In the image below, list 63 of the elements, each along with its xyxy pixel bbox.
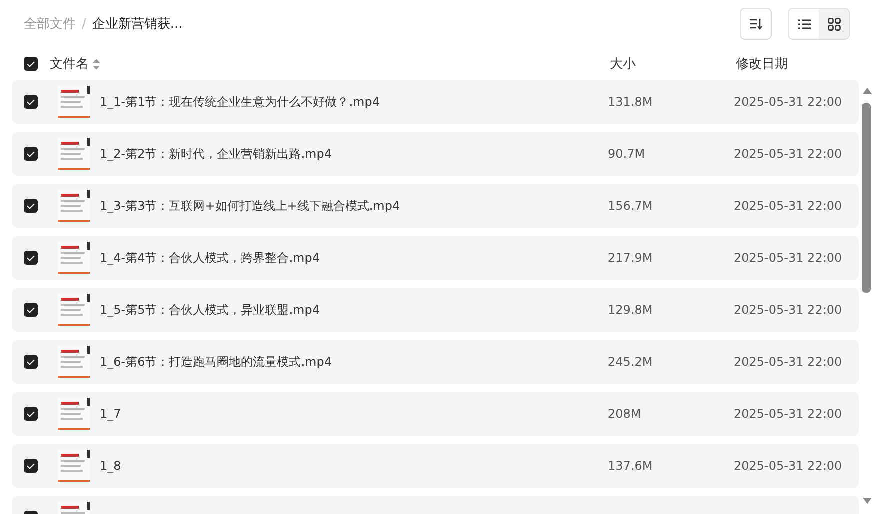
video-thumbnail [58,346,90,378]
file-row[interactable]: 1_1-第1节：现在传统企业生意为什么不好做？.mp4 131.8M 2025-05-31 22:00 [12,80,859,124]
file-size: 208M [608,407,642,421]
file-name[interactable]: 1_2-第2节：新时代，企业营销新出路.mp4 [100,146,608,162]
column-header[interactable]: 文件名 [50,55,89,73]
checkbox[interactable] [24,355,38,369]
file-name[interactable]: 1_1-第1节：现在传统企业生意为什么不好做？.mp4 [100,94,608,110]
video-thumbnail [58,138,90,170]
file-size: 245.2M [608,355,654,369]
file-row[interactable]: 1_2-第2节：新时代，企业营销新出路.mp4 90.7M 2025-05-31 22:00 [12,132,859,176]
video-thumbnail [58,450,90,482]
grid-view-icon [828,18,840,30]
modified-date: 2025-05-31 22:00 [734,95,842,109]
breadcrumb-link[interactable]: 企业新营销获... [92,15,183,33]
file-row[interactable]: 1_4-第4节：合伙人模式，跨界整合.mp4 217.9M 2025-05-31 22:00 [12,236,859,280]
file-name[interactable]: 1_6-第6节：打造跑马圈地的流量模式.mp4 [100,354,608,370]
file-size: 217.9M [608,251,654,265]
file-name[interactable]: 1_8 [100,459,608,473]
modified-date: 2025-05-31 22:00 [734,303,842,317]
video-thumbnail [58,294,90,326]
file-name[interactable]: 1_4-第4节：合伙人模式，跨界整合.mp4 [100,250,608,266]
video-thumbnail [58,190,90,222]
breadcrumb-separator: / [82,16,86,32]
file-row[interactable]: 1_3-第3节：互联网+如何打造线上+线下融合模式.mp4 156.7M 2025-05-31 22:00 [12,184,859,228]
checkbox[interactable] [24,407,38,421]
checkbox[interactable] [24,147,38,161]
video-thumbnail [58,86,90,118]
file-size: 90.7M [608,147,646,161]
modified-date: 2025-05-31 22:00 [734,251,842,265]
scrollbar-thumb[interactable] [862,103,871,293]
list-view-icon [798,18,810,30]
sort-button[interactable] [740,8,772,40]
checkbox[interactable] [24,199,38,213]
modified-date: 2025-05-31 22:00 [734,199,842,213]
scroll-down-icon[interactable] [863,498,872,504]
file-name[interactable]: 1_3-第3节：互联网+如何打造线上+线下融合模式.mp4 [100,198,608,214]
video-thumbnail [58,398,90,430]
file-row[interactable]: 1_6-第6节：打造跑马圈地的流量模式.mp4 245.2M 2025-05-31 22:00 [12,340,859,384]
file-row[interactable]: 1_7 208M 2025-05-31 22:00 [12,392,859,436]
file-size: 131.8M [608,95,654,109]
file-name[interactable]: 1_7 [100,407,608,421]
file-size: 156.7M [608,199,654,213]
modified-date: 2025-05-31 22:00 [734,407,842,421]
list-view-button[interactable] [789,9,819,39]
checkbox[interactable] [24,459,38,473]
column-header[interactable]: 修改日期 [736,55,788,73]
sort-arrows-icon[interactable] [93,58,100,70]
scroll-up-icon[interactable] [863,88,872,94]
modified-date: 2025-05-31 22:00 [734,355,842,369]
checkbox[interactable] [24,57,38,71]
checkbox[interactable] [24,303,38,317]
file-row[interactable]: 1_8 137.6M 2025-05-31 22:00 [12,444,859,488]
modified-date: 2025-05-31 22:00 [734,459,842,473]
file-row[interactable]: 1_5-第5节：合伙人模式，异业联盟.mp4 129.8M 2025-05-31 22:00 [12,288,859,332]
column-header[interactable]: 大小 [610,55,736,73]
sort-icon [749,18,763,30]
file-name[interactable]: 1_5-第5节：合伙人模式，异业联盟.mp4 [100,302,608,318]
checkbox[interactable] [24,251,38,265]
file-size: 129.8M [608,303,654,317]
modified-date: 2025-05-31 22:00 [734,147,842,161]
checkbox[interactable] [24,95,38,109]
file-size: 137.6M [608,459,654,473]
video-thumbnail [58,242,90,274]
